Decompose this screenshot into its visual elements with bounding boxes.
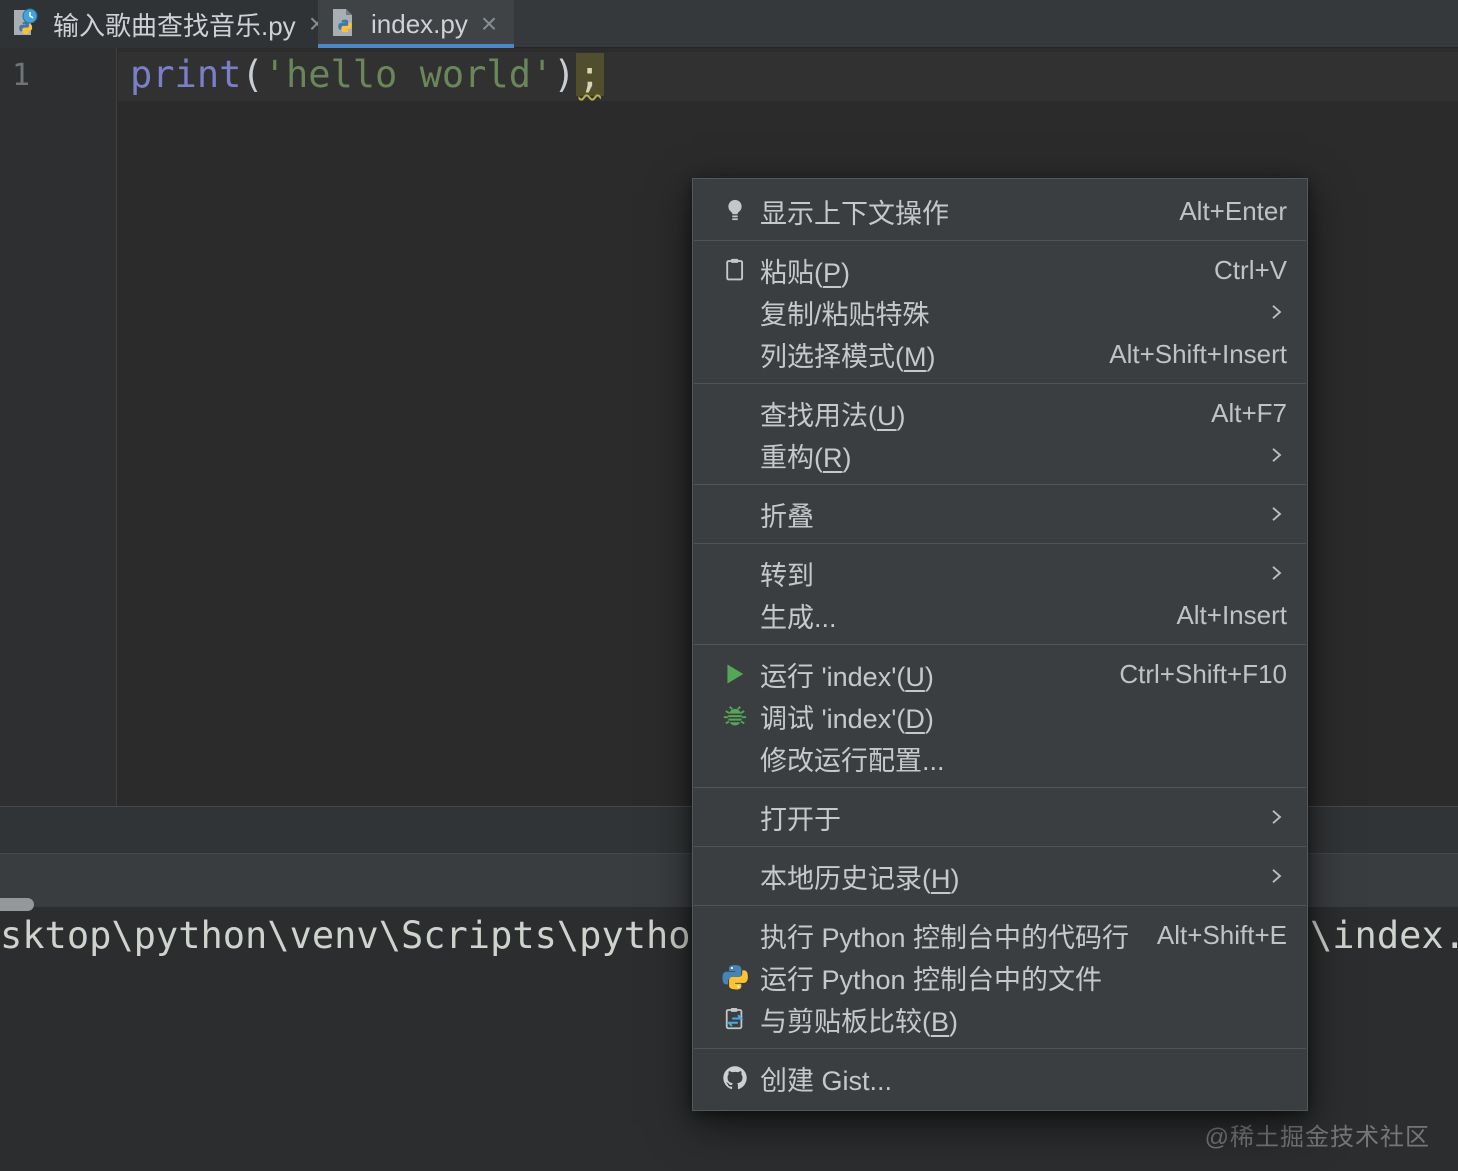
menu-item-shortcut: Alt+Shift+E xyxy=(1156,919,1287,950)
menu-item-icon-slot xyxy=(722,863,748,889)
menu-item-label: 运行 Python 控制台中的文件 xyxy=(760,964,1103,995)
menu-item-label: 重构(R) xyxy=(760,442,852,473)
menu-item-label: 与剪贴板比较(B) xyxy=(760,1006,959,1037)
menu-item-folding[interactable]: 折叠 xyxy=(693,493,1307,535)
submenu-chevron-icon xyxy=(1265,865,1287,887)
menu-item-compare-with-clipboard[interactable]: 与剪贴板比较(B) xyxy=(693,998,1307,1040)
menu-separator xyxy=(694,383,1306,384)
debug-icon xyxy=(722,703,748,729)
menu-item-shortcut: Alt+Shift+Insert xyxy=(1109,338,1287,369)
pycharm-window: 输入歌曲查找音乐.py × index.py × 1 print('hello wor… xyxy=(0,0,1458,1171)
menu-item-label: 查找用法(U) xyxy=(760,400,906,431)
menu-item-find-usages[interactable]: 查找用法(U) Alt+F7 xyxy=(693,392,1307,434)
python-file-icon xyxy=(330,7,362,41)
menu-separator xyxy=(694,644,1306,645)
menu-item-shortcut: Ctrl+V xyxy=(1214,254,1287,285)
line-number: 1 xyxy=(12,58,31,93)
code-token-string: 'hello world' xyxy=(263,53,554,96)
menu-item-label: 执行 Python 控制台中的代码行 xyxy=(760,922,1130,953)
menu-item-local-history[interactable]: 本地历史记录(H) xyxy=(693,855,1307,897)
tab-label: 输入歌曲查找音乐.py xyxy=(53,10,296,41)
paste-icon xyxy=(722,257,748,283)
menu-item-label: 修改运行配置... xyxy=(760,745,945,776)
menu-item-shortcut: Alt+Insert xyxy=(1176,599,1287,630)
menu-item-icon-slot xyxy=(722,922,748,948)
menu-item-shortcut: Ctrl+Shift+F10 xyxy=(1119,658,1287,689)
submenu-chevron-icon xyxy=(1265,562,1287,584)
menu-item-label: 打开于 xyxy=(760,804,841,835)
menu-separator xyxy=(694,240,1306,241)
menu-item-modify-run-configuration[interactable]: 修改运行配置... xyxy=(693,737,1307,779)
editor-tab-bar: 输入歌曲查找音乐.py × index.py × xyxy=(0,0,1458,48)
menu-item-refactor[interactable]: 重构(R) xyxy=(693,434,1307,476)
menu-separator xyxy=(694,484,1306,485)
code-token-keyword: print xyxy=(130,53,242,96)
menu-item-create-gist[interactable]: 创建 Gist... xyxy=(693,1057,1307,1099)
menu-item-icon-slot xyxy=(722,602,748,628)
menu-separator xyxy=(694,787,1306,788)
menu-item-paste[interactable]: 粘贴(P) Ctrl+V xyxy=(693,249,1307,291)
menu-separator xyxy=(694,1048,1306,1049)
submenu-chevron-icon xyxy=(1265,503,1287,525)
menu-item-icon-slot xyxy=(722,560,748,586)
menu-item-label: 本地历史记录(H) xyxy=(760,863,960,894)
editor-gutter: 1 xyxy=(0,48,117,806)
menu-item-icon-slot xyxy=(722,341,748,367)
menu-item-shortcut: Alt+Enter xyxy=(1179,195,1287,226)
tab-close-icon[interactable]: × xyxy=(481,10,497,38)
menu-item-run-index[interactable]: 运行 'index'(U) Ctrl+Shift+F10 xyxy=(693,653,1307,695)
menu-item-label: 运行 'index'(U) xyxy=(760,661,934,692)
tab-index-py[interactable]: index.py × xyxy=(318,0,514,48)
menu-item-icon-slot xyxy=(722,442,748,468)
code-token-semicolon-highlighted: ; xyxy=(575,53,604,96)
editor-context-menu: 显示上下文操作 Alt+Enter 粘贴(P) Ctrl+V 复制/粘贴特殊 列选择模式(… xyxy=(692,178,1308,1111)
lightbulb-icon xyxy=(722,198,748,224)
console-path-left: sktop\python\venv\Scripts\python xyxy=(0,914,713,957)
run-icon xyxy=(722,661,748,687)
submenu-chevron-icon xyxy=(1265,301,1287,323)
menu-item-debug-index[interactable]: 调试 'index'(D) xyxy=(693,695,1307,737)
code-token-close-paren: ) xyxy=(553,53,576,96)
menu-item-go-to[interactable]: 转到 xyxy=(693,552,1307,594)
watermark: @稀土掘金技术社区 xyxy=(1204,1124,1430,1151)
menu-item-icon-slot xyxy=(722,804,748,830)
menu-item-icon-slot xyxy=(722,501,748,527)
github-icon xyxy=(722,1065,748,1091)
scrollbar-thumb[interactable] xyxy=(0,898,34,911)
menu-item-open-in[interactable]: 打开于 xyxy=(693,796,1307,838)
menu-item-shortcut: Alt+F7 xyxy=(1211,397,1287,428)
menu-separator xyxy=(694,846,1306,847)
code-token-open-paren: ( xyxy=(241,53,264,96)
menu-item-label: 显示上下文操作 xyxy=(760,198,949,229)
menu-item-execute-line-in-python-console[interactable]: 执行 Python 控制台中的代码行 Alt+Shift+E xyxy=(693,914,1307,956)
menu-separator xyxy=(694,543,1306,544)
menu-item-label: 粘贴(P) xyxy=(760,257,851,288)
menu-item-generate[interactable]: 生成... Alt+Insert xyxy=(693,594,1307,636)
submenu-chevron-icon xyxy=(1265,806,1287,828)
menu-item-label: 生成... xyxy=(760,602,837,633)
menu-item-icon-slot xyxy=(722,745,748,771)
menu-item-copy-paste-special[interactable]: 复制/粘贴特殊 xyxy=(693,291,1307,333)
menu-item-run-file-in-python-console[interactable]: 运行 Python 控制台中的文件 xyxy=(693,956,1307,998)
console-path-right: \index. xyxy=(1310,914,1458,957)
menu-item-icon-slot xyxy=(722,400,748,426)
python-file-clock-icon xyxy=(12,7,44,41)
python-icon xyxy=(722,964,748,990)
menu-item-label: 转到 xyxy=(760,560,814,591)
menu-item-icon-slot xyxy=(722,299,748,325)
menu-item-label: 复制/粘贴特殊 xyxy=(760,299,930,330)
menu-item-show-context-actions[interactable]: 显示上下文操作 Alt+Enter xyxy=(693,190,1307,232)
submenu-chevron-icon xyxy=(1265,444,1287,466)
menu-item-label: 调试 'index'(D) xyxy=(760,703,934,734)
menu-separator xyxy=(694,905,1306,906)
menu-item-column-selection-mode[interactable]: 列选择模式(M) Alt+Shift+Insert xyxy=(693,333,1307,375)
code-line: print('hello world'); xyxy=(130,50,604,100)
menu-item-label: 创建 Gist... xyxy=(760,1065,893,1096)
menu-item-label: 列选择模式(M) xyxy=(760,341,936,372)
menu-item-label: 折叠 xyxy=(760,501,814,532)
compare-clipboard-icon xyxy=(722,1006,748,1032)
tab-input-song-search-music[interactable]: 输入歌曲查找音乐.py × xyxy=(0,0,341,48)
tab-label: index.py xyxy=(371,8,468,39)
